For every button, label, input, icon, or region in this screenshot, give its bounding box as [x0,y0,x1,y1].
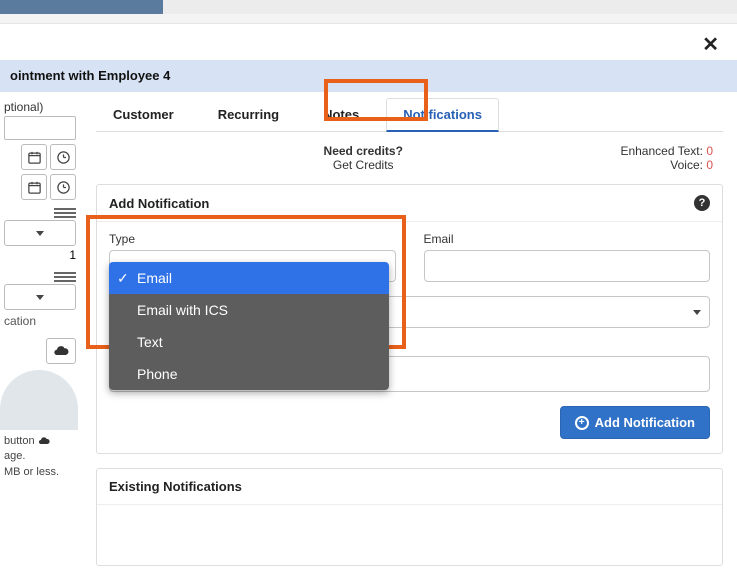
panel-title: Add Notification [109,196,209,211]
left-sidebar: ptional) 1 cat [0,92,80,572]
voice-label: Voice: [670,158,703,172]
tab-recurring[interactable]: Recurring [201,98,296,131]
type-dropdown[interactable]: Email Email with ICS Text Phone [109,262,389,390]
hint-line: MB or less. [4,465,76,480]
email-input[interactable] [424,250,711,282]
clock-icon[interactable] [50,174,76,200]
hint-line: age. [4,449,76,464]
dropdown-option-phone[interactable]: Phone [109,358,389,390]
page-title: ointment with Employee 4 [10,68,170,83]
dropdown-option-text[interactable]: Text [109,326,389,358]
need-credits-label: Need credits? [106,144,620,158]
enhanced-text-label: Enhanced Text: [620,144,703,158]
dropdown[interactable] [4,220,76,246]
calendar-icon[interactable] [21,144,47,170]
toolbar-strip [0,14,737,24]
calendar-icon[interactable] [21,174,47,200]
get-credits-link[interactable]: Get Credits [333,158,394,172]
help-icon[interactable]: ? [694,195,710,211]
tab-notes[interactable]: Notes [306,98,376,131]
cation-label: cation [4,314,76,328]
credits-row: Need credits? Get Credits Enhanced Text:… [96,132,723,176]
tab-customer[interactable]: Customer [96,98,191,131]
clock-icon[interactable] [50,144,76,170]
existing-notifications-panel: Existing Notifications [96,468,723,566]
upload-button[interactable] [46,338,76,364]
list-icon [54,270,76,282]
tab-bar: Customer Recurring Notes Notifications [96,98,723,132]
voice-value: 0 [706,158,713,172]
add-notification-button[interactable]: + Add Notification [560,406,710,439]
image-placeholder [0,370,78,430]
optional-label: ptional) [4,96,76,116]
list-icon [54,206,76,218]
tab-notifications[interactable]: Notifications [386,98,499,132]
email-label: Email [424,232,711,246]
dropdown-option-email[interactable]: Email [109,262,389,294]
close-icon[interactable]: ✕ [702,32,719,57]
close-row: ✕ [0,24,737,60]
plus-icon: + [575,416,589,430]
hint-line: button [4,434,76,449]
dropdown[interactable] [4,284,76,310]
banner: ointment with Employee 4 [0,60,737,92]
enhanced-text-value: 0 [706,144,713,158]
value-one: 1 [69,248,76,262]
add-notification-label: Add Notification [595,415,695,430]
dropdown-option-email-ics[interactable]: Email with ICS [109,294,389,326]
text-input[interactable] [4,116,76,140]
top-app-bar [0,0,737,14]
existing-title: Existing Notifications [109,479,242,494]
